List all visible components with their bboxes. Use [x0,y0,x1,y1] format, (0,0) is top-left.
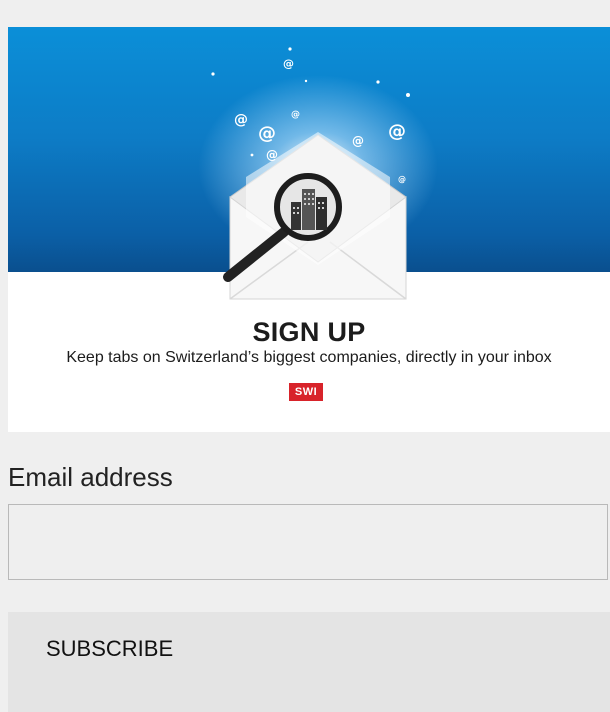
svg-text:@: @ [283,57,294,70]
email-field[interactable] [8,504,608,580]
svg-text:@: @ [234,112,248,128]
svg-text:@: @ [398,175,406,184]
signup-title: SIGN UP [252,317,366,347]
svg-text:@: @ [352,134,364,148]
email-label: Email address [8,462,173,492]
newsletter-banner: @ @ @ @ @ @ @ @ SIGN UP Keep tabs on Swi… [8,27,610,432]
signup-subtitle: Keep tabs on Switzerland’s biggest compa… [66,349,552,366]
subscribe-area: SUBSCRIBE [8,612,610,712]
envelope-illustration: @ @ @ @ @ @ @ @ [211,47,410,300]
signup-page: @ @ @ @ @ @ @ @ SIGN UP Keep tabs on Swi… [0,0,610,712]
svg-text:@: @ [388,121,406,142]
swi-logo: SWI [289,383,323,401]
svg-text:@: @ [258,123,276,144]
svg-text:@: @ [291,110,300,120]
subscribe-button[interactable]: SUBSCRIBE [8,612,610,686]
